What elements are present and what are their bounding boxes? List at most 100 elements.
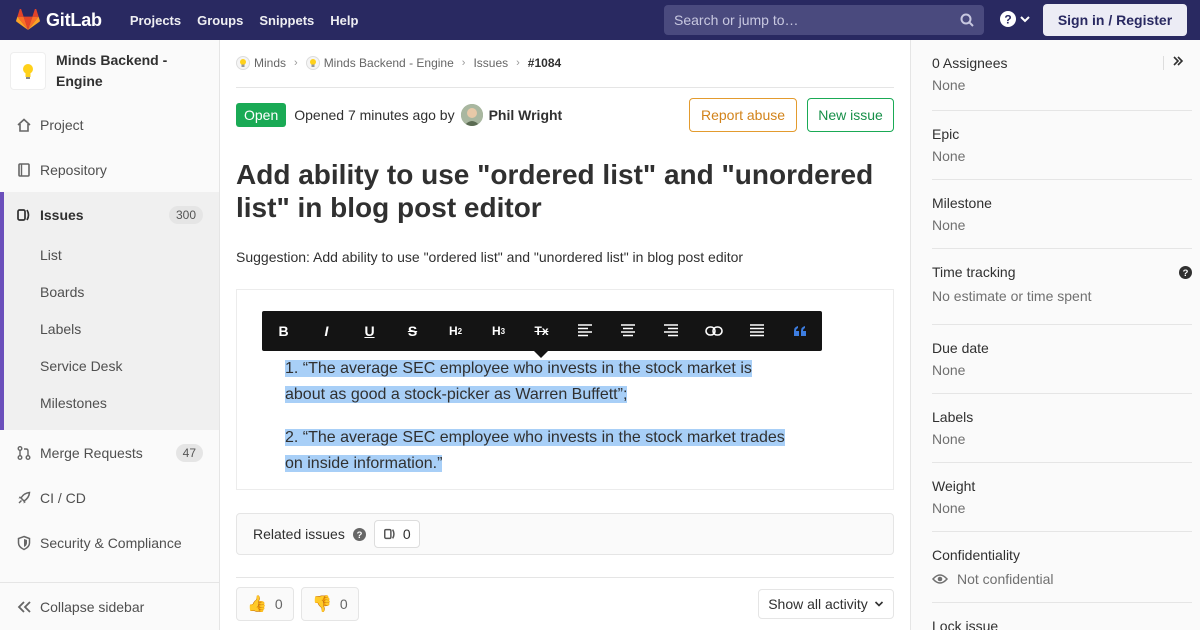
editor-toolbar: B I U S H2 H3 Tx [262,311,822,351]
avatar[interactable] [460,104,483,126]
thumbs-down-count: 0 [339,596,348,612]
thumbs-up-icon: 👍 [247,596,267,613]
report-abuse-button[interactable]: Report abuse [689,98,797,132]
confidentiality-block: Confidentiality Not confidential [932,547,1192,587]
svg-text:?: ? [1004,13,1011,27]
project-avatar [10,52,47,90]
eye-icon [932,574,948,584]
lock-issue-block: Lock issue [932,618,1192,630]
sidebar-item-label: Repository [40,161,107,178]
thumbs-down-button[interactable]: 👎 0 [301,587,359,621]
align-right-icon [649,311,692,351]
strikethrough-icon: S [407,323,418,339]
gitlab-logo[interactable]: GitLab [16,0,102,40]
time-tracking-block: Time tracking No estimate or time spent … [932,264,1192,304]
question-icon: ? [1000,11,1016,27]
help-dropdown[interactable]: ? [1000,11,1031,27]
merge-requests-count-badge: 47 [175,443,203,462]
align-left-icon [563,311,606,351]
quote-icon [778,311,821,351]
breadcrumb: Minds › Minds Backend - Engine › Issues … [236,56,561,70]
confidentiality-row: Not confidential [932,571,1192,587]
signin-button[interactable]: Sign in / Register [1043,4,1187,36]
author-link[interactable]: Phil Wright [489,107,563,123]
sidebar-item-repository[interactable]: Repository [0,147,219,192]
activity-filter-label: Show all activity [768,596,868,612]
breadcrumb-item[interactable]: Minds [254,56,286,70]
sidebar-sub-milestones[interactable]: Milestones [40,395,107,411]
breadcrumb-current[interactable]: #1084 [528,56,561,70]
new-issue-button[interactable]: New issue [807,98,894,132]
divider [932,393,1192,394]
lightbulb-icon [309,59,316,67]
confidentiality-label: Confidentiality [932,547,1020,563]
issues-submenu: List Boards Labels Service Desk Mileston… [0,237,219,430]
project-header[interactable]: Minds Backend - Engine [0,40,219,104]
sidebar-sub-service-desk[interactable]: Service Desk [40,358,122,374]
divider [932,110,1192,111]
left-sidebar: Minds Backend - Engine Project Repositor… [0,40,220,630]
divider [932,602,1192,603]
double-chevron-left-icon [17,600,31,613]
labels-block: Labels None [932,409,1192,447]
chevron-right-icon: › [461,57,466,69]
confidentiality-value: Not confidential [957,571,1054,587]
sidebar-item-security[interactable]: Security & Compliance [0,520,219,565]
issue-right-sidebar: 0 Assignees None Epic None Milestone Non… [910,40,1200,630]
sidebar-sub-list[interactable]: List [40,247,62,263]
sidebar-item-ci-cd[interactable]: CI / CD [0,475,219,520]
lock-issue-label: Lock issue [932,618,999,630]
question-icon[interactable]: ? [1179,266,1192,282]
sidebar-item-label: Issues [40,206,84,223]
search-placeholder: Search or jump to… [674,12,799,28]
divider [932,462,1192,463]
nav-help[interactable]: Help [330,13,358,28]
sidebar-item-merge-requests[interactable]: Merge Requests 47 [0,430,219,475]
book-icon [16,162,32,178]
merge-request-icon [16,445,32,461]
thumbs-up-button[interactable]: 👍 0 [236,587,294,621]
time-tracking-value: No estimate or time spent [932,288,1092,304]
heading3-icon: H3 [491,324,506,338]
nav-snippets[interactable]: Snippets [259,13,314,28]
assignees-value: None [932,77,966,93]
related-count-value: 0 [402,526,411,542]
issues-icon [16,207,32,223]
sidebar-item-project[interactable]: Project [0,102,219,147]
lightbulb-icon [23,64,34,79]
justify-icon [735,311,778,351]
tanuki-icon [16,9,40,30]
related-issues-count[interactable]: 0 [373,520,420,548]
shield-icon [16,535,32,551]
nav-projects[interactable]: Projects [130,13,181,28]
question-icon[interactable]: ? [352,527,366,541]
collapse-label: Collapse sidebar [40,598,145,615]
nav-groups[interactable]: Groups [197,13,243,28]
sidebar-item-issues[interactable]: Issues 300 [0,192,219,237]
assignees-block: 0 Assignees None [932,55,1192,93]
epic-block: Epic None [932,126,1192,164]
collapse-sidebar-button[interactable]: Collapse sidebar [0,582,219,630]
chevron-down-icon [874,601,883,607]
group-avatar [236,56,250,70]
activity-filter-dropdown[interactable]: Show all activity [758,589,894,619]
description-image[interactable]: B I U S H2 H3 Tx 1. “The average SEC emp… [236,289,894,490]
breadcrumb-item[interactable]: Minds Backend - Engine [324,56,454,70]
sidebar-sub-labels[interactable]: Labels [40,321,81,337]
breadcrumb-item[interactable]: Issues [473,56,508,70]
svg-text:?: ? [356,530,362,541]
sidebar-sub-boards[interactable]: Boards [40,284,84,300]
search-input[interactable]: Search or jump to… [664,5,984,35]
issues-count-badge: 300 [168,205,203,224]
divider [236,87,894,88]
thumbs-down-icon: 👎 [312,596,332,613]
epic-label: Epic [932,126,960,142]
chevron-right-icon: › [516,57,520,69]
milestone-value: None [932,217,966,233]
quote-text: about as good a stock-picker as Warren B… [285,386,628,403]
home-icon [16,117,32,133]
divider [932,248,1192,249]
related-issues-block: Related issues ? 0 [236,513,894,555]
quote-text: on inside information.” [285,455,443,472]
quote-text: 1. “The average SEC employee who invests… [285,360,752,377]
